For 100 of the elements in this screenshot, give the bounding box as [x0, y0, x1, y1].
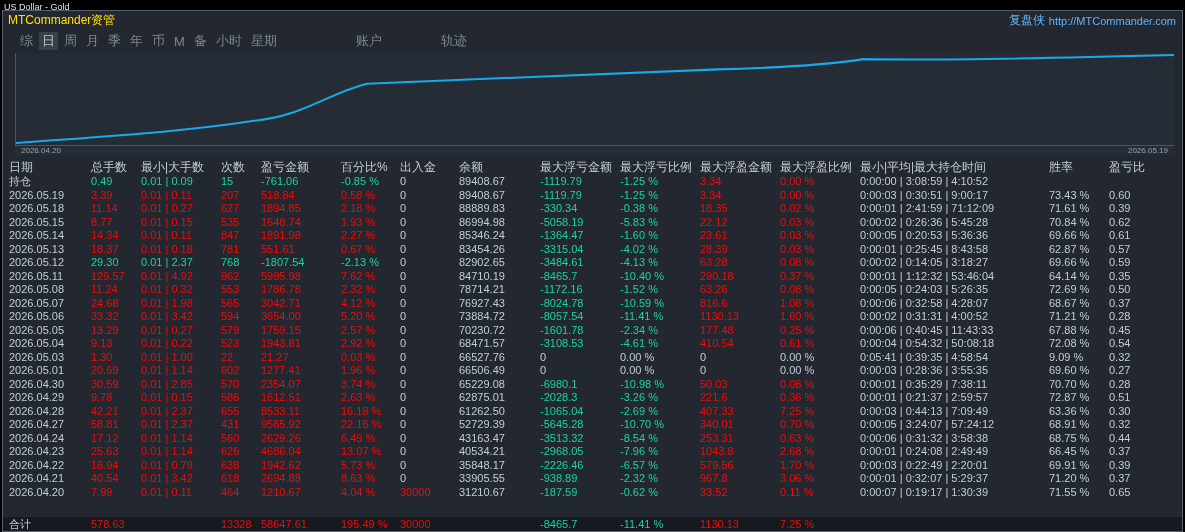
period-tab[interactable]: M [171, 33, 188, 49]
table-cell-text: 0.61 % [780, 337, 816, 351]
table-cell-text: 768 [221, 256, 241, 270]
table-cell-text: 2026.05.11 [9, 269, 65, 283]
column-header: 胜率 [1049, 160, 1074, 175]
table-cell-text: 0.49 [91, 175, 114, 189]
table-cell-text: -5058.19 [540, 215, 585, 229]
table-cell-text: 0:00:04 | 0:54:32 | 50:08:18 [860, 337, 996, 351]
table-cell-text: 0.28 [1109, 310, 1132, 324]
period-tab[interactable]: 备 [190, 32, 210, 50]
table-cell-text: -2.13 % [341, 256, 380, 270]
table-cell-text: 0.01 | 0.22 [141, 337, 194, 351]
table-cell-text: 0.01 | 0.11 [141, 485, 193, 499]
table-cell-text: 0:00:01 | 0:32:07 | 5:29:37 [860, 472, 990, 486]
table-cell-text: 0:00:06 | 0:40:45 | 11:43:33 [860, 323, 995, 337]
table-cell-text: 431 [221, 418, 241, 432]
table-cell-text: 71.21 % [1049, 310, 1091, 324]
table-cell-text: 70.70 % [1049, 377, 1091, 391]
table-cell-text: -8.54 % [620, 431, 659, 445]
table-cell-text: 68471.57 [459, 337, 506, 351]
table-cell-text: 3.74 % [341, 377, 377, 391]
table-cell-text: 66506.49 [459, 364, 506, 378]
table-cell-text: 0.00 % [620, 364, 656, 378]
table-cell-text: 2026.05.04 [9, 337, 66, 351]
table-cell-text: 0.01 | 3.42 [141, 472, 194, 486]
table-cell-text: 0.00 % [780, 350, 816, 364]
table-cell-text: 0 [700, 364, 708, 378]
table-cell-text: 33905.55 [459, 472, 506, 486]
table-cell-text: 1130.13 [700, 310, 740, 324]
table-cell-text: 2026.05.14 [9, 229, 66, 243]
table-cell-text: 551.61 [261, 242, 296, 256]
table-cell-text: 16.18 % [341, 404, 383, 418]
table-cell-text: 464 [221, 485, 241, 499]
table-cell-text: 64.14 % [1049, 269, 1091, 283]
website-link[interactable]: http://MTCommander.com [1048, 14, 1176, 27]
table-cell-text: 22.12 [700, 215, 729, 229]
period-tab[interactable]: 综 [17, 32, 36, 50]
table-cell-text: 0.08 % [780, 377, 816, 391]
table-cell-text: 407.33 [700, 404, 735, 418]
column-header: 盈亏比 [1109, 160, 1146, 175]
period-tab[interactable]: 币 [149, 32, 168, 50]
table-cell-text: 0.01 | 1.14 [141, 364, 194, 378]
table-cell-text: -3513.32 [540, 431, 585, 445]
table-cell-text: 62875.01 [459, 391, 506, 405]
table-cell-text: 0.01 | 1.98 [141, 296, 194, 310]
table-cell-text: 0.45 [1109, 323, 1132, 337]
table-cell-text: 7.62 % [341, 269, 377, 283]
period-tab[interactable]: 周 [61, 32, 80, 50]
column-header: 最大浮亏比例 [620, 160, 693, 175]
period-tab[interactable]: 季 [105, 32, 124, 50]
table-cell-text: 0.59 [1109, 256, 1132, 270]
table-cell-text: 1.30 [91, 350, 114, 364]
table-cell-text: 2026.04.21 [9, 472, 66, 486]
table-cell-text: 23.61 [700, 229, 729, 243]
table-cell-text: -7.96 % [620, 445, 659, 459]
table-cell-text: 0.01 | 2.37 [141, 256, 194, 270]
table-cell-text: 1759.15 [261, 323, 302, 337]
total-cell-text: 195.49 % [341, 517, 389, 531]
table-cell-text: 0.03 % [780, 215, 816, 229]
table-cell-text: 0:00:01 | 0:24:08 | 2:49:49 [860, 445, 990, 459]
period-tab[interactable]: 日 [39, 32, 58, 50]
table-cell-text: 560 [221, 431, 241, 445]
column-header: 最大浮盈金额 [700, 160, 773, 175]
table-cell-text: 9565.92 [261, 418, 302, 432]
period-tab[interactable]: 账户 [352, 32, 385, 50]
period-tab[interactable]: 轨迹 [437, 32, 470, 50]
period-tab[interactable]: 星期 [247, 32, 280, 50]
period-tab[interactable]: 小时 [212, 32, 245, 50]
table-cell-text: -0.85 % [341, 175, 380, 189]
table-cell-text: 1.60 % [780, 310, 816, 324]
table-cell-text: 5995.98 [261, 269, 302, 283]
table-cell-text: 3654.00 [261, 310, 302, 324]
table-cell-text: 2.32 % [341, 283, 377, 297]
table-cell-text: 0 [400, 418, 408, 432]
table-cell-text: 2026.04.22 [9, 458, 66, 472]
table-cell-text: 0:00:00 | 3:08:59 | 4:10:52 [860, 175, 990, 189]
table-cell-text: 0.08 % [780, 256, 816, 270]
table-cell-text: -2.34 % [620, 323, 659, 337]
table-cell-text: 13.29 [91, 323, 120, 337]
table-cell-text: 626 [221, 445, 241, 459]
table-cell-text: 70230.72 [459, 323, 506, 337]
table-cell-text: 0:00:01 | 0:21:37 | 2:59:57 [860, 391, 990, 405]
table-cell-text: 655 [221, 404, 241, 418]
table-cell-text: 3.06 % [780, 472, 816, 486]
table-cell-text: 0.36 % [780, 391, 816, 405]
table-cell-text: 0.01 | 1.14 [141, 445, 194, 459]
period-tab[interactable]: 月 [83, 32, 102, 50]
table-cell-text: -330.34 [540, 202, 579, 216]
table-cell-text: 31210.67 [459, 485, 506, 499]
table-cell-text: -3484.61 [540, 256, 585, 270]
table-cell-text: 594 [221, 310, 241, 324]
table-cell-text: 1894.85 [261, 202, 302, 216]
table-cell-text: 3.34 [700, 175, 723, 189]
table-cell-text: 78714.21 [459, 283, 506, 297]
table-cell-text: 0 [400, 445, 408, 459]
table-cell-text: 816.6 [700, 296, 729, 310]
period-tab[interactable]: 年 [127, 32, 146, 50]
table-cell-text: 570 [221, 377, 241, 391]
column-header: 最大浮亏金额 [540, 160, 613, 175]
table-cell-text: 579 [221, 323, 241, 337]
